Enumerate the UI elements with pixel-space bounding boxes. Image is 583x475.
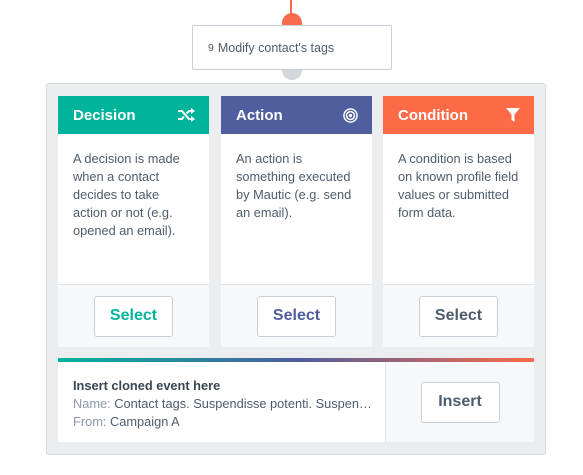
- from-value: Campaign A: [109, 414, 180, 429]
- cloned-event-name: Name: Contact tags. Suspendisse potenti.…: [73, 395, 373, 413]
- event-label: Modify contact's tags: [217, 40, 335, 55]
- action-card: Action An action is something executed b…: [221, 96, 372, 347]
- name-value: Contact tags. Suspendisse potenti. Suspe…: [114, 396, 373, 411]
- cloned-event-box: Insert cloned event here Name: Contact t…: [58, 358, 534, 442]
- decision-select-button[interactable]: Select: [94, 295, 173, 337]
- from-label: From:: [73, 414, 107, 429]
- event-order-number: 9: [208, 41, 214, 54]
- decision-card-footer: Select: [58, 284, 209, 347]
- cloned-event-info: Insert cloned event here Name: Contact t…: [58, 362, 385, 442]
- action-card-footer: Select: [221, 284, 372, 347]
- shuffle-icon: [177, 108, 195, 122]
- cloned-event-title: Insert cloned event here: [73, 378, 221, 393]
- action-card-description: An action is something executed by Mauti…: [236, 151, 352, 220]
- decision-card-title: Decision: [73, 106, 136, 124]
- condition-card-header: Condition: [383, 96, 534, 134]
- decision-card-description: A decision is made when a contact decide…: [73, 151, 180, 238]
- insert-button[interactable]: Insert: [420, 381, 500, 423]
- cloned-event-source: From: Campaign A: [73, 413, 373, 431]
- campaign-event-node[interactable]: 9 Modify contact's tags: [192, 25, 392, 70]
- condition-card-description: A condition is based on known profile fi…: [398, 151, 519, 220]
- action-card-header: Action: [221, 96, 372, 134]
- action-select-button[interactable]: Select: [257, 295, 336, 337]
- condition-select-button[interactable]: Select: [419, 295, 498, 337]
- event-type-selector-panel: Decision A decision is made when a conta…: [46, 83, 546, 455]
- condition-card-footer: Select: [383, 284, 534, 347]
- filter-icon: [506, 107, 520, 123]
- decision-card: Decision A decision is made when a conta…: [58, 96, 209, 347]
- action-card-title: Action: [236, 106, 283, 124]
- cloned-event-action: Insert: [385, 362, 534, 442]
- condition-card: Condition A condition is based on known …: [383, 96, 534, 347]
- decision-card-header: Decision: [58, 96, 209, 134]
- name-label: Name:: [73, 396, 111, 411]
- condition-card-title: Condition: [398, 106, 468, 124]
- bullseye-icon: [343, 107, 358, 123]
